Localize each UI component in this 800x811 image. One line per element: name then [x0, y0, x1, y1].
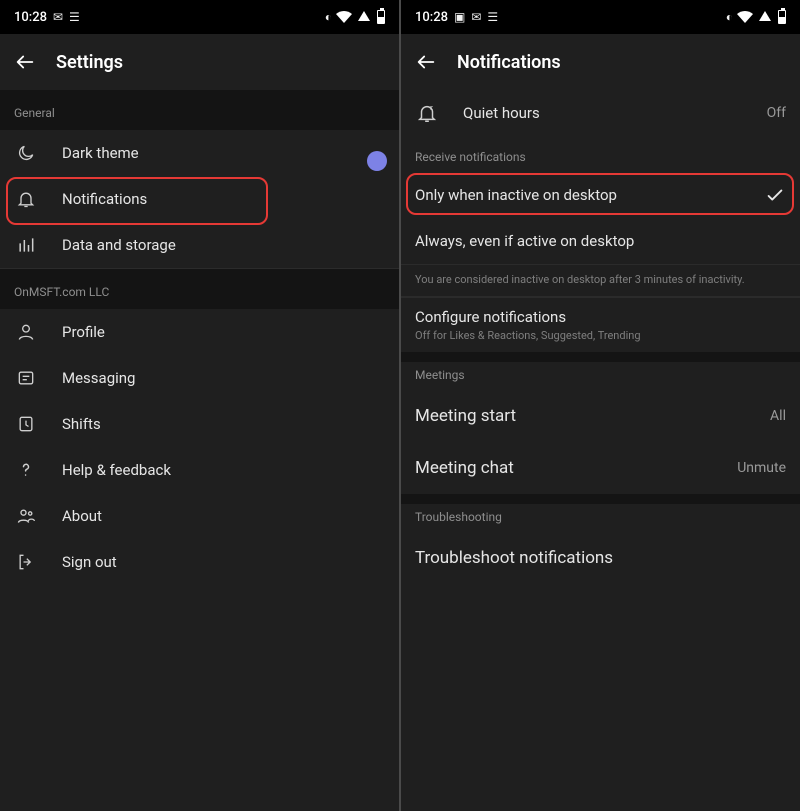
row-troubleshoot-notifications[interactable]: Troubleshoot notifications [401, 532, 800, 584]
battery-icon [377, 10, 385, 24]
option-only-inactive[interactable]: Only when inactive on desktop [401, 172, 800, 218]
bar-chart-icon [14, 235, 38, 255]
row-meeting-chat[interactable]: Meeting chat Unmute [401, 442, 800, 494]
row-help[interactable]: Help & feedback [0, 447, 399, 493]
row-dark-theme[interactable]: Dark theme [0, 130, 399, 176]
quiet-hours-value: Off [767, 105, 786, 121]
checkmark-icon [764, 184, 786, 206]
status-bar: 10:28 ▣ ✉ ☰ ◐ [401, 0, 800, 34]
row-label: Help & feedback [62, 461, 385, 479]
voicemail-icon: ☰ [487, 11, 498, 23]
configure-title: Configure notifications [415, 308, 786, 326]
info-inactive-desktop: You are considered inactive on desktop a… [401, 264, 800, 297]
row-label: Quiet hours [463, 104, 767, 122]
option-label: Only when inactive on desktop [415, 186, 764, 204]
teams-icon [14, 506, 38, 526]
page-title: Notifications [457, 52, 561, 73]
row-label: About [62, 507, 385, 525]
row-label: Data and storage [62, 236, 385, 254]
option-always[interactable]: Always, even if active on desktop [401, 218, 800, 264]
vibrate-icon: ◐ [726, 11, 733, 23]
wifi-icon [737, 11, 753, 23]
vibrate-icon: ◐ [325, 11, 332, 23]
mail-icon: ✉ [53, 11, 63, 23]
wifi-icon [336, 11, 352, 23]
row-messaging[interactable]: Messaging [0, 355, 399, 401]
row-label: Profile [62, 323, 385, 341]
moon-icon [14, 143, 38, 163]
cell-signal-icon [759, 11, 771, 21]
bell-sleep-icon: z [415, 102, 439, 124]
row-label: Meeting chat [415, 458, 737, 478]
battery-icon [778, 10, 786, 24]
cell-signal-icon [358, 11, 370, 21]
message-icon [14, 368, 38, 388]
back-button[interactable] [415, 51, 447, 73]
app-bar: Settings [0, 34, 399, 90]
section-header-receive: Receive notifications [401, 136, 800, 172]
section-header-general: General [0, 90, 399, 130]
row-profile[interactable]: Profile [0, 309, 399, 355]
row-label: Meeting start [415, 406, 770, 426]
bell-icon [14, 189, 38, 209]
configure-sub: Off for Likes & Reactions, Suggested, Tr… [415, 329, 786, 342]
back-button[interactable] [14, 51, 46, 73]
row-shifts[interactable]: Shifts [0, 401, 399, 447]
section-header-troubleshooting: Troubleshooting [401, 504, 800, 532]
row-sign-out[interactable]: Sign out [0, 539, 399, 585]
row-about[interactable]: About [0, 493, 399, 539]
row-meeting-start[interactable]: Meeting start All [401, 390, 800, 442]
status-bar: 10:28 ✉ ☰ ◐ [0, 0, 399, 34]
row-notifications[interactable]: Notifications [0, 176, 399, 222]
person-icon [14, 322, 38, 342]
status-time: 10:28 [14, 10, 47, 25]
image-icon: ▣ [454, 11, 465, 23]
row-label: Dark theme [62, 144, 385, 162]
voicemail-icon: ☰ [69, 11, 80, 23]
row-label: Messaging [62, 369, 385, 387]
status-time: 10:28 [415, 10, 448, 25]
row-configure-notifications[interactable]: Configure notifications Off for Likes & … [401, 297, 800, 352]
phone-right-notifications: 10:28 ▣ ✉ ☰ ◐ Notifications z Quiet hour… [401, 0, 800, 811]
row-label: Troubleshoot notifications [415, 548, 786, 568]
meeting-start-value: All [770, 408, 786, 424]
sign-out-icon [14, 552, 38, 572]
svg-text:z: z [430, 103, 433, 111]
mail-icon: ✉ [471, 11, 481, 23]
app-bar: Notifications [401, 34, 800, 90]
row-quiet-hours[interactable]: z Quiet hours Off [401, 90, 800, 136]
row-data-storage[interactable]: Data and storage [0, 222, 399, 268]
row-label: Shifts [62, 415, 385, 433]
clock-icon [14, 414, 38, 434]
help-icon [14, 460, 38, 480]
meeting-chat-value: Unmute [737, 460, 786, 476]
section-header-org: OnMSFT.com LLC [0, 269, 399, 309]
page-title: Settings [56, 52, 123, 73]
option-label: Always, even if active on desktop [415, 232, 786, 250]
phone-left-settings: 10:28 ✉ ☰ ◐ Settings General Dark theme [0, 0, 399, 811]
section-header-meetings: Meetings [401, 362, 800, 390]
row-label: Notifications [62, 190, 385, 208]
row-label: Sign out [62, 553, 385, 571]
